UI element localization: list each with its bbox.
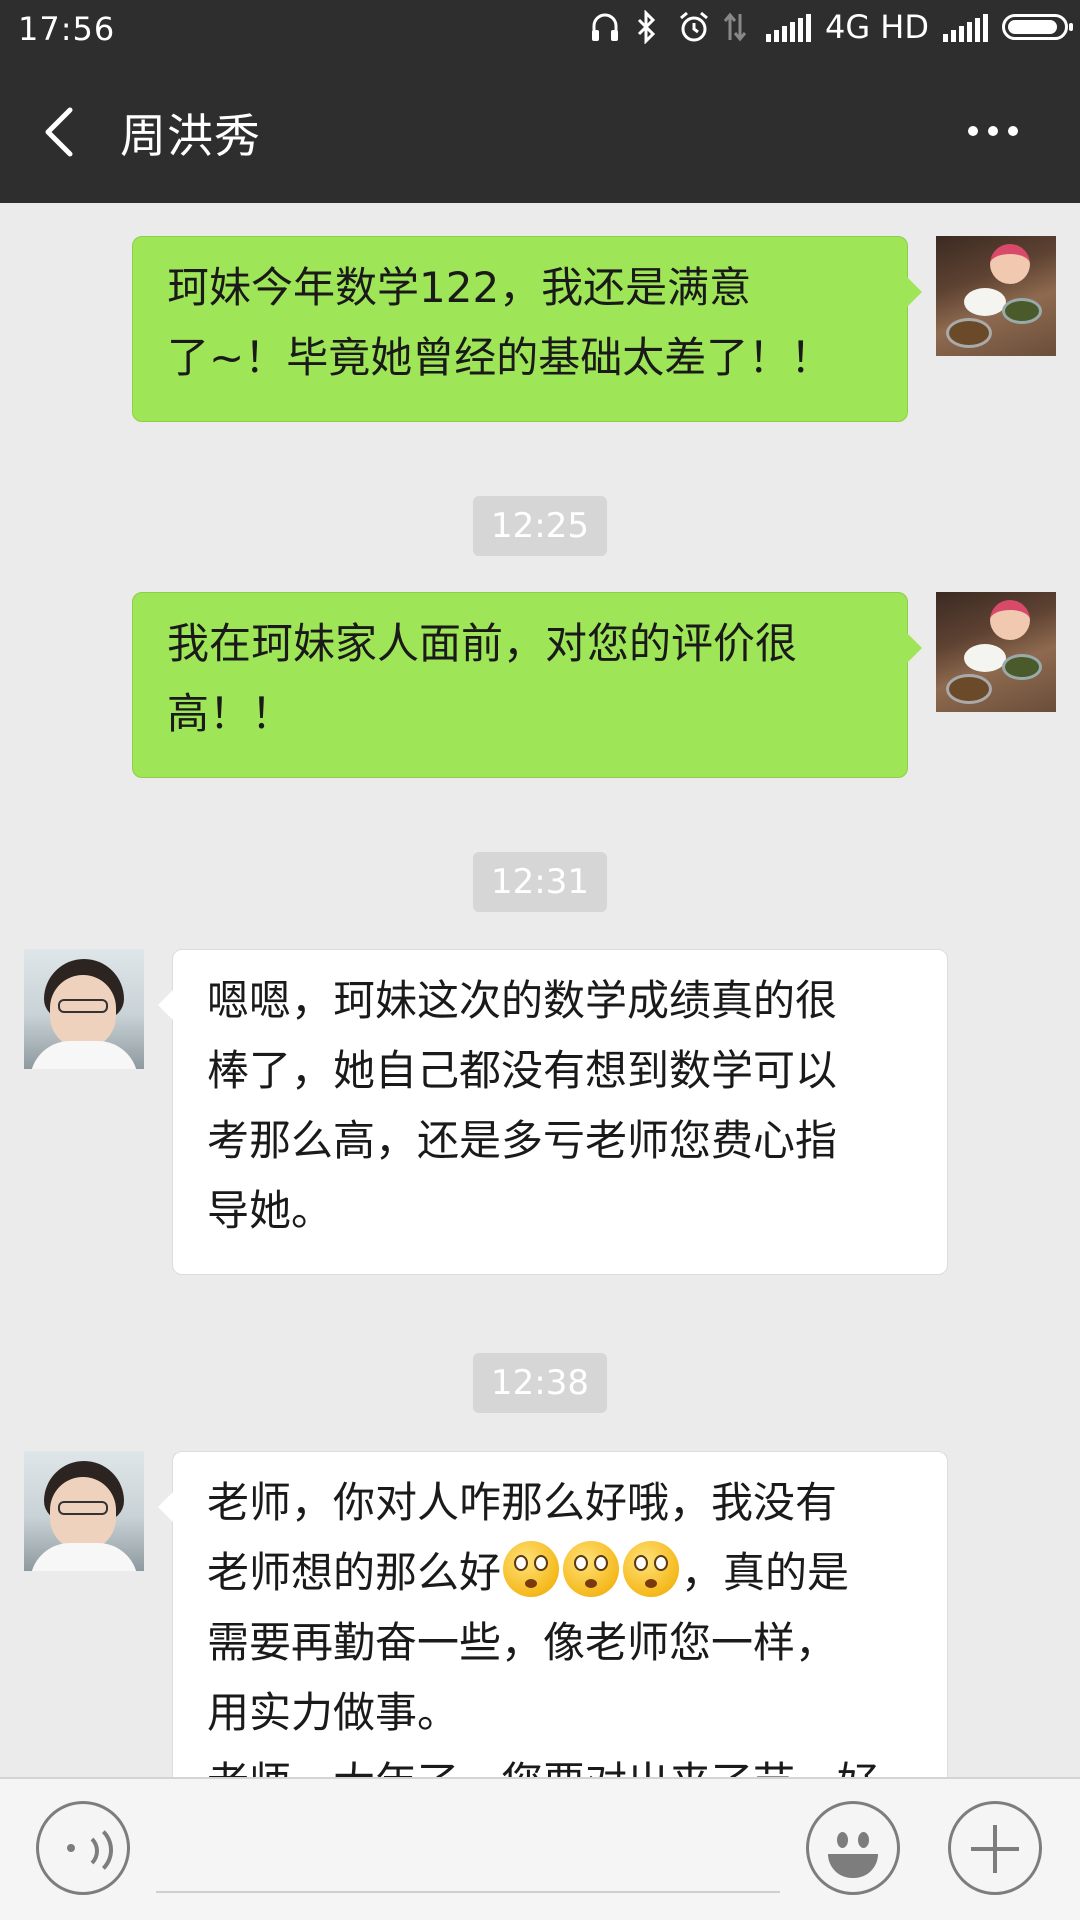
signal-icon <box>943 12 988 42</box>
flushed-face-emoji-icon <box>503 1541 560 1597</box>
status-icons: 4G HD <box>590 8 1073 46</box>
message-text: 老师，你对人咋那么好哦，我没有 <box>207 1478 838 1527</box>
emoji-icon[interactable] <box>806 1801 900 1895</box>
message-input[interactable] <box>156 1891 780 1893</box>
message-timestamp: 12:31 <box>473 852 607 912</box>
message-text: 需要再勤奋一些，像老师您一样， <box>207 1618 838 1667</box>
network-label: 4G HD <box>824 8 929 46</box>
message-text: 用实力做事。 <box>207 1688 460 1737</box>
more-dots-icon[interactable] <box>968 116 1028 146</box>
plus-icon[interactable] <box>948 1801 1042 1895</box>
voice-input-icon[interactable] <box>36 1801 130 1895</box>
bluetooth-icon <box>634 9 664 45</box>
headphones-icon <box>590 10 620 44</box>
contact-avatar[interactable] <box>24 1451 144 1571</box>
flushed-face-emoji-icon <box>623 1541 680 1597</box>
message-timestamp: 12:38 <box>473 1353 607 1413</box>
flushed-face-emoji-icon <box>563 1541 620 1597</box>
message-text: 珂妹今年数学122，我还是满意 <box>167 263 752 312</box>
message-text: 老师想的那么好 <box>207 1548 502 1597</box>
message-text: 我在珂妹家人面前，对您的评价很 <box>167 619 798 668</box>
contact-avatar[interactable] <box>24 949 144 1069</box>
message-text-with-emoji: 老师想的那么好 ，真的是 <box>207 1538 913 1608</box>
message-text: 导她。 <box>207 1186 334 1235</box>
alarm-icon <box>678 10 708 44</box>
chevron-left-icon[interactable] <box>36 102 96 162</box>
message-bubble-sent[interactable]: 我在珂妹家人面前，对您的评价很 高！！ <box>132 592 922 778</box>
message-bubble-sent[interactable]: 珂妹今年数学122，我还是满意 了~！毕竟她曾经的基础太差了！！ <box>132 236 922 422</box>
message-text: 老师，大年了，您要对出来了节，好 <box>207 1748 913 1777</box>
self-avatar[interactable] <box>936 236 1056 356</box>
status-time: 17:56 <box>18 10 116 48</box>
battery-icon <box>1002 14 1073 40</box>
input-bar <box>0 1777 1080 1920</box>
message-text: 棒了，她自己都没有想到数学可以 <box>207 1046 838 1095</box>
message-text: 考那么高，还是多亏老师您费心指 <box>207 1116 838 1165</box>
message-text: ，真的是 <box>681 1548 850 1597</box>
message-bubble-received[interactable]: 老师，你对人咋那么好哦，我没有 老师想的那么好 ，真的是 需要再勤奋一些，像老师您… <box>158 1451 948 1777</box>
message-list[interactable]: 珂妹今年数学122，我还是满意 了~！毕竟她曾经的基础太差了！！ 12:25 我… <box>0 203 1080 1777</box>
message-timestamp: 12:25 <box>473 496 607 556</box>
message-text: 高！！ <box>167 689 294 738</box>
message-text: 了~！毕竟她曾经的基础太差了！！ <box>167 333 833 382</box>
signal-icon <box>765 12 811 42</box>
self-avatar[interactable] <box>936 592 1056 712</box>
data-transfer-icon <box>722 10 752 44</box>
chat-header: 周洪秀 <box>0 62 1080 203</box>
status-bar: 17:56 4G HD <box>0 0 1080 62</box>
chat-title: 周洪秀 <box>120 109 261 163</box>
message-text: 嗯嗯，珂妹这次的数学成绩真的很 <box>207 976 838 1025</box>
message-bubble-received[interactable]: 嗯嗯，珂妹这次的数学成绩真的很 棒了，她自己都没有想到数学可以 考那么高，还是多… <box>158 949 948 1275</box>
